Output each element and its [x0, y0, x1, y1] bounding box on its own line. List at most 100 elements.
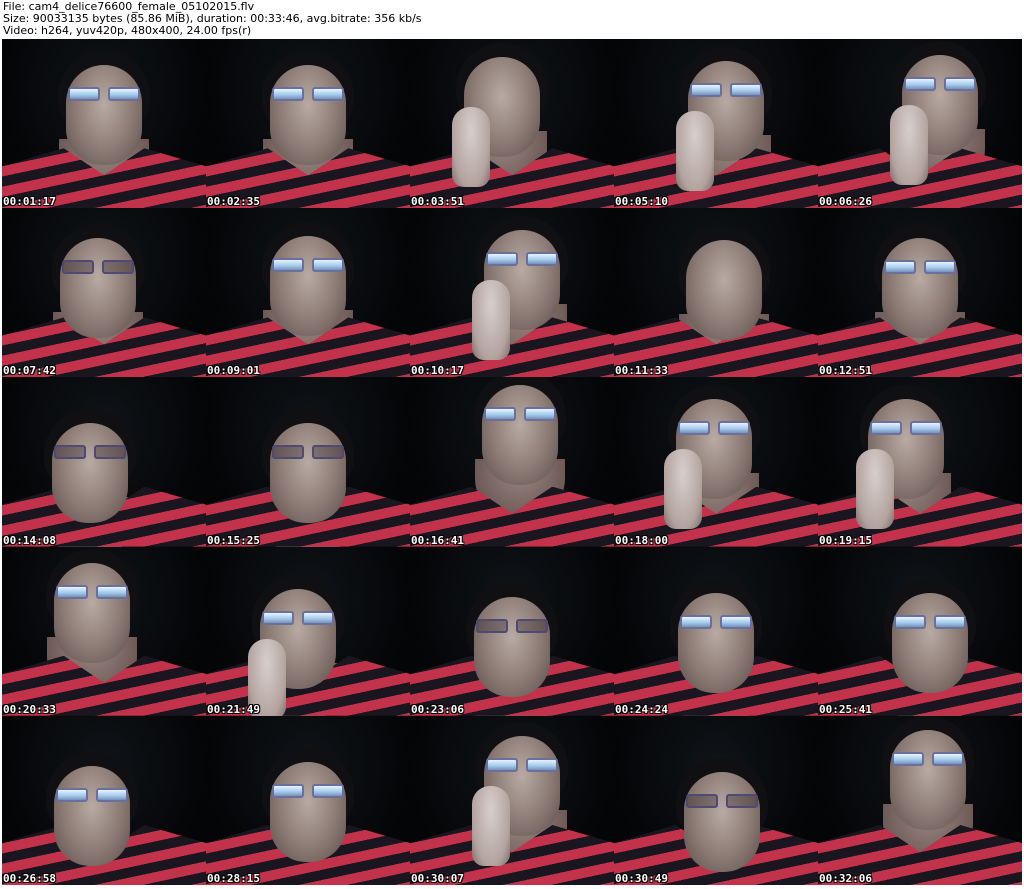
face [686, 240, 762, 341]
glasses-lens-left [54, 445, 86, 460]
glasses-lens-right [96, 787, 128, 802]
video-thumbnail: 00:30:49 [614, 715, 818, 885]
hand [890, 105, 928, 185]
glasses [884, 260, 956, 275]
video-thumbnail: 00:11:33 [614, 208, 818, 378]
timestamp-label: 00:24:24 [615, 702, 668, 716]
timestamp-label: 00:20:33 [3, 702, 56, 716]
glasses-lens-left [272, 87, 304, 101]
face [892, 592, 968, 693]
glasses-lens-left [894, 614, 926, 629]
video-thumbnail: 00:02:35 [206, 39, 410, 209]
glasses-lens-left [686, 793, 718, 808]
video-thumbnail: 00:18:00 [614, 377, 818, 547]
timestamp-label: 00:19:15 [819, 533, 872, 547]
video-thumbnail: 00:26:58 [2, 715, 206, 885]
glasses-lens-left [884, 260, 916, 275]
glasses-lens-right [718, 421, 750, 436]
glasses-lens-right [302, 610, 334, 625]
timestamp-label: 00:23:06 [411, 702, 464, 716]
glasses-lens-left [272, 783, 304, 798]
face [684, 771, 760, 872]
glasses [476, 618, 548, 633]
timestamp-label: 00:07:42 [3, 364, 56, 378]
glasses-lens-left [870, 421, 902, 436]
video-thumbnail: 00:06:26 [818, 39, 1022, 209]
glasses [272, 783, 344, 798]
glasses-lens-right [726, 793, 758, 808]
timestamp-label: 00:09:01 [207, 364, 260, 378]
glasses [894, 614, 966, 629]
video-thumbnail: 00:19:15 [818, 377, 1022, 547]
video-thumbnail: 00:01:17 [2, 39, 206, 209]
video-thumbnail: 00:24:24 [614, 546, 818, 716]
hand [472, 280, 510, 361]
glasses [904, 77, 976, 91]
face [270, 236, 346, 337]
timestamp-label: 00:15:25 [207, 533, 260, 547]
video-thumbnail: 00:16:41 [410, 377, 614, 547]
glasses [56, 584, 128, 599]
glasses-lens-right [932, 751, 964, 766]
glasses-lens-left [678, 421, 710, 436]
glasses-lens-left [272, 445, 304, 460]
timestamp-label: 00:10:17 [411, 364, 464, 378]
glasses [272, 445, 344, 460]
glasses-lens-left [272, 258, 304, 273]
glasses-lens-right [924, 260, 956, 275]
glasses-lens-right [96, 584, 128, 599]
glasses [62, 260, 134, 275]
face [54, 562, 130, 663]
timestamp-label: 00:01:17 [3, 195, 56, 209]
glasses-lens-left [486, 757, 518, 772]
glasses-lens-left [56, 584, 88, 599]
glasses-lens-right [720, 614, 752, 629]
glasses [486, 757, 558, 772]
timestamp-label: 00:03:51 [411, 195, 464, 209]
face [52, 423, 128, 524]
hand [452, 107, 490, 187]
glasses-lens-left [262, 610, 294, 625]
timestamp-label: 00:30:07 [411, 871, 464, 885]
face [882, 238, 958, 339]
face [60, 238, 136, 339]
timestamp-label: 00:25:41 [819, 702, 872, 716]
glasses-lens-left [476, 618, 508, 633]
face [270, 761, 346, 862]
hand [856, 449, 894, 530]
timestamp-label: 00:12:51 [819, 364, 872, 378]
video-thumbnail: 00:20:33 [2, 546, 206, 716]
glasses-lens-left [486, 252, 518, 267]
video-thumbnail: 00:23:06 [410, 546, 614, 716]
glasses-lens-right [730, 83, 762, 97]
glasses [484, 407, 556, 422]
video-thumbnail: 00:15:25 [206, 377, 410, 547]
timestamp-label: 00:21:49 [207, 702, 260, 716]
face [890, 729, 966, 830]
video-thumbnail: 00:10:17 [410, 208, 614, 378]
video-line: Video: h264, yuv420p, 480x400, 24.00 fps… [3, 24, 252, 37]
timestamp-label: 00:18:00 [615, 533, 668, 547]
glasses [262, 610, 334, 625]
glasses [686, 793, 758, 808]
video-thumbnail: 00:03:51 [410, 39, 614, 209]
glasses-lens-right [526, 252, 558, 267]
hand [472, 785, 510, 866]
timestamp-label: 00:02:35 [207, 195, 260, 209]
face [270, 65, 346, 165]
timestamp-label: 00:16:41 [411, 533, 464, 547]
timestamp-label: 00:28:15 [207, 871, 260, 885]
glasses-lens-right [312, 258, 344, 273]
glasses-lens-right [312, 783, 344, 798]
glasses [272, 258, 344, 273]
timestamp-label: 00:32:06 [819, 871, 872, 885]
info-header: File: cam4_delice76600_female_05102015.f… [0, 0, 1024, 38]
video-thumbnail: 00:21:49 [206, 546, 410, 716]
video-thumbnail: 00:28:15 [206, 715, 410, 885]
glasses-lens-right [94, 445, 126, 460]
video-thumbnail: 00:05:10 [614, 39, 818, 209]
timestamp-label: 00:26:58 [3, 871, 56, 885]
glasses [56, 787, 128, 802]
glasses-lens-left [904, 77, 936, 91]
timestamp-label: 00:30:49 [615, 871, 668, 885]
